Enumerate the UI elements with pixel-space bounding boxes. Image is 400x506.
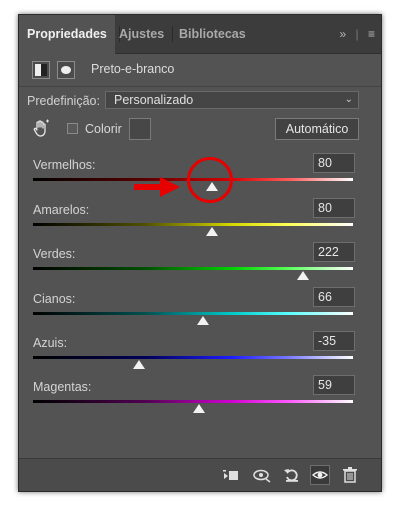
panel-footer (19, 458, 381, 491)
properties-header: Preto-e-branco (27, 59, 367, 81)
clip-to-layer-icon[interactable] (221, 465, 241, 485)
blues-thumb[interactable] (132, 360, 145, 369)
tab-propriedades[interactable]: Propriedades (19, 15, 115, 54)
cyans-thumb[interactable] (197, 316, 210, 325)
slider-yellows: Amarelos: 80 (33, 198, 355, 249)
trash-icon[interactable] (340, 465, 360, 485)
mask-icon[interactable] (57, 61, 75, 79)
colorir-label: Colorir (85, 122, 122, 136)
preset-value: Personalizado (114, 93, 194, 107)
slider-magentas: Magentas: 59 (33, 375, 355, 426)
highlight-circle-annotation (187, 157, 233, 203)
tab-ajustes[interactable]: Ajustes (111, 15, 172, 53)
blues-track[interactable] (33, 356, 353, 359)
slider-cyans: Cianos: 66 (33, 287, 355, 338)
chevron-down-icon: ⌄ (344, 94, 353, 105)
reds-value-field[interactable]: 80 (313, 153, 355, 173)
visibility-eye-icon[interactable] (310, 465, 330, 485)
slider-label: Verdes: (33, 247, 76, 261)
header-divider (19, 86, 381, 87)
magentas-thumb[interactable] (192, 404, 205, 413)
colorir-checkbox[interactable] (67, 123, 78, 134)
slider-label: Amarelos: (33, 203, 90, 217)
slider-greens: Verdes: 222 (33, 242, 355, 293)
magentas-track[interactable] (33, 400, 353, 403)
cyans-value-field[interactable]: 66 (313, 287, 355, 307)
slider-label: Magentas: (33, 380, 92, 394)
menu-icon[interactable]: ≡ (368, 27, 375, 41)
targeted-adjustment-hand-icon[interactable] (31, 119, 51, 139)
preset-label: Predefinição: (27, 94, 100, 108)
slider-label: Azuis: (33, 336, 68, 350)
yellows-thumb[interactable] (206, 227, 219, 236)
blues-value-field[interactable]: -35 (313, 331, 355, 351)
tab-bibliotecas[interactable]: Bibliotecas (171, 15, 254, 53)
greens-track[interactable] (33, 267, 353, 270)
adjustment-title: Preto-e-branco (91, 62, 175, 76)
tabbar-divider: | (355, 27, 359, 41)
slider-label: Vermelhos: (33, 158, 96, 172)
yellows-track[interactable] (33, 223, 353, 226)
auto-button[interactable]: Automático (275, 118, 359, 140)
greens-thumb[interactable] (297, 271, 310, 280)
tabbar-controls: » | ≡ (333, 27, 375, 41)
double-chevron-icon[interactable]: » (339, 27, 346, 41)
view-previous-state-icon[interactable] (252, 465, 272, 485)
red-arrow-annotation (134, 177, 180, 197)
properties-panel: Propriedades Ajustes Bibliotecas » | ≡ P… (18, 14, 382, 492)
magentas-value-field[interactable]: 59 (313, 375, 355, 395)
preset-dropdown[interactable]: Personalizado ⌄ (105, 91, 359, 109)
tint-color-swatch[interactable] (129, 118, 151, 140)
slider-label: Cianos: (33, 292, 76, 306)
adjustment-icon[interactable] (32, 61, 50, 79)
cyans-track[interactable] (33, 312, 353, 315)
reset-icon[interactable] (282, 465, 302, 485)
slider-blues: Azuis: -35 (33, 331, 355, 382)
panel-tabbar: Propriedades Ajustes Bibliotecas » | ≡ (19, 15, 381, 54)
yellows-value-field[interactable]: 80 (313, 198, 355, 218)
greens-value-field[interactable]: 222 (313, 242, 355, 262)
